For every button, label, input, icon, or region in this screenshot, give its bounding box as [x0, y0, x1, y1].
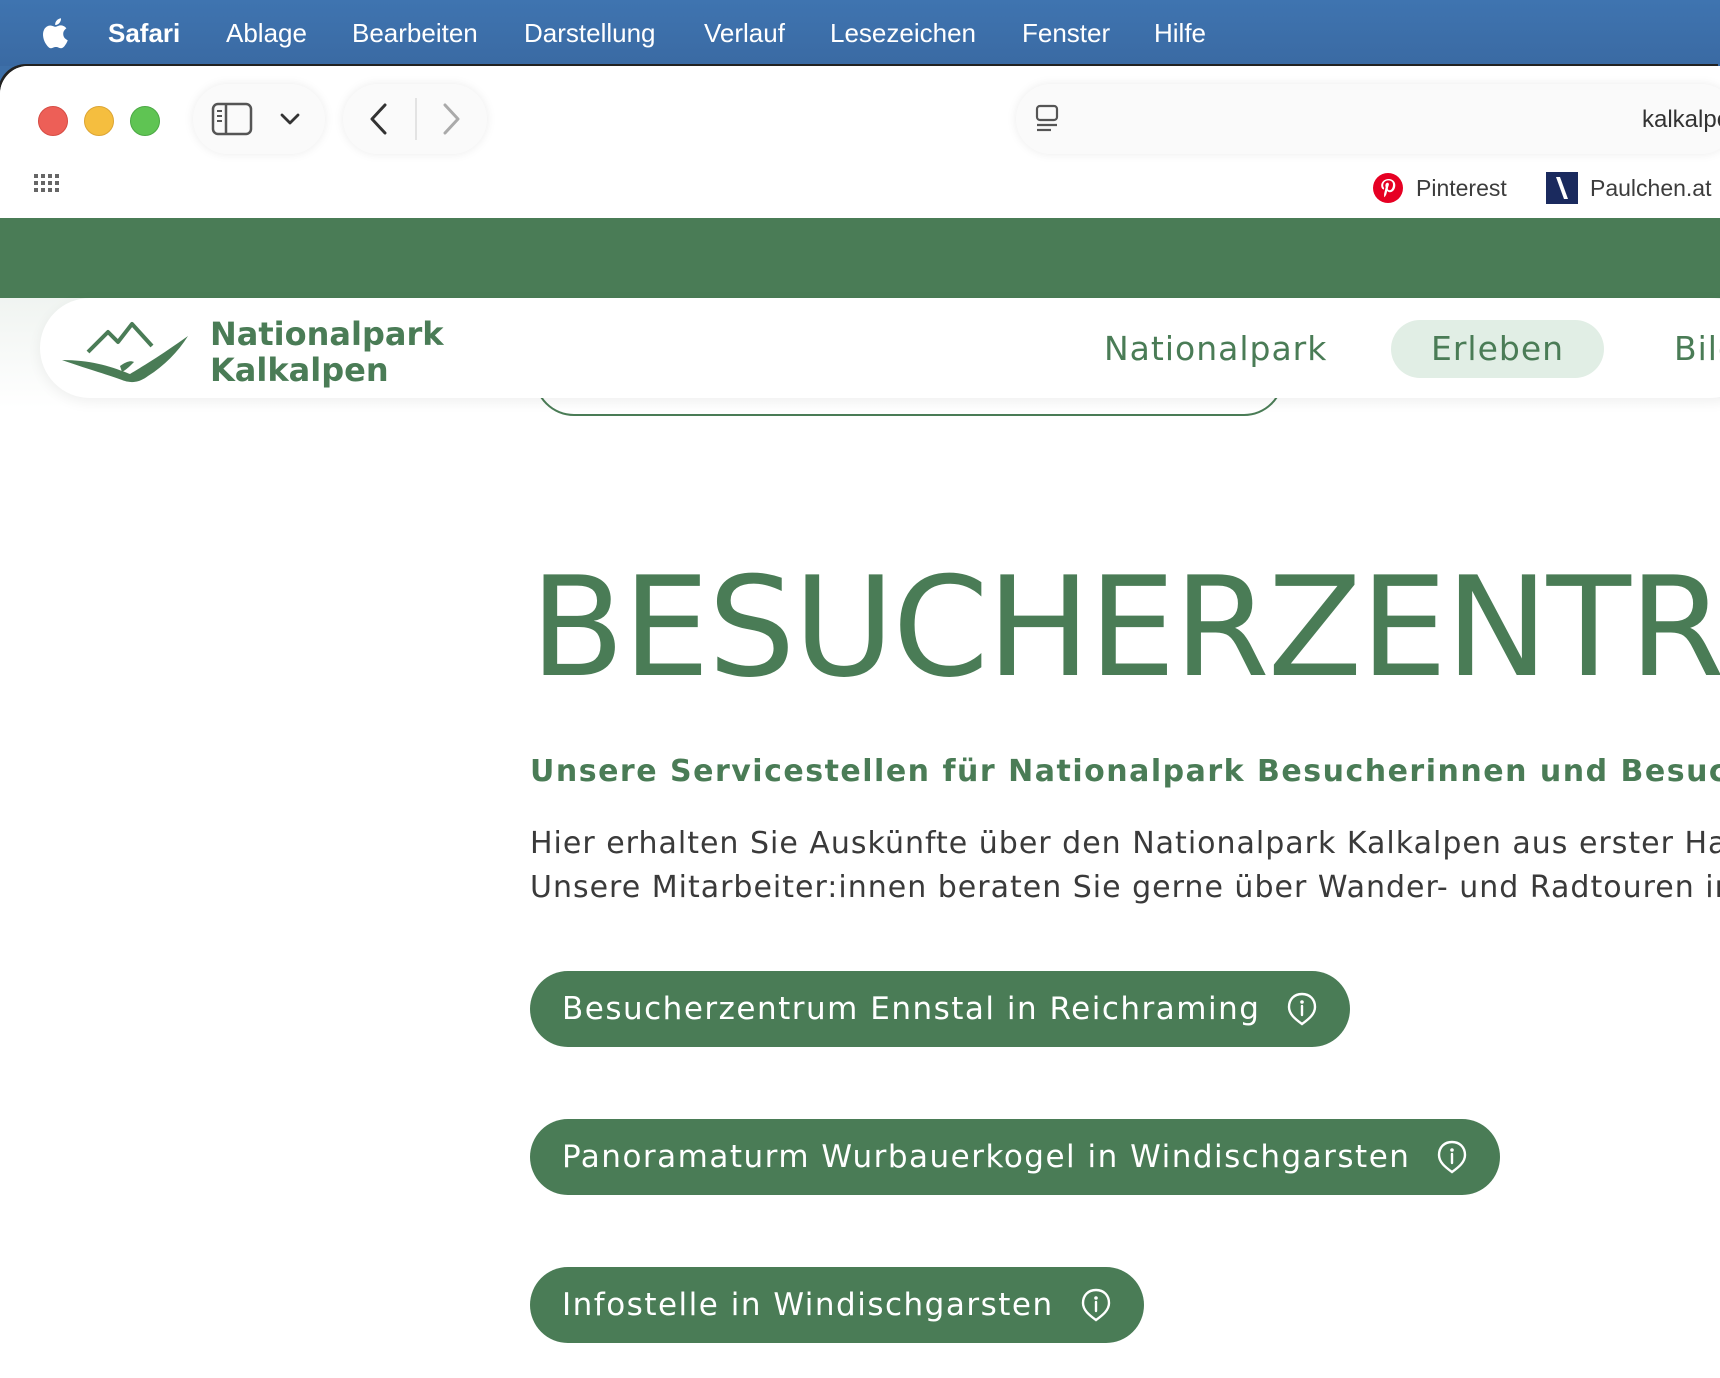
menu-darstellung[interactable]: Darstellung	[524, 17, 656, 49]
info-pin-icon	[1438, 1140, 1467, 1174]
button-infostelle-windischgarsten[interactable]: Infostelle in Windischgarsten	[530, 1267, 1144, 1343]
back-icon[interactable]	[367, 102, 391, 136]
info-pin-icon	[1081, 1288, 1110, 1322]
intro-line-2: Unsere Mitarbeiter:innen beraten Sie ger…	[530, 870, 1720, 905]
nav-nationalpark[interactable]: Nationalpark	[1104, 320, 1327, 378]
pinterest-icon	[1373, 173, 1403, 203]
bookmark-pinterest-label: Pinterest	[1416, 174, 1507, 201]
browser-toolbar: kalkalpen.at Pinterest Paulchen.at	[0, 66, 1720, 218]
nav-erleben[interactable]: Erleben	[1391, 320, 1605, 378]
chevron-down-icon[interactable]	[279, 112, 301, 126]
site-logo-text[interactable]: Nationalpark Kalkalpen	[210, 316, 444, 388]
menu-safari[interactable]: Safari	[108, 17, 180, 49]
menu-lesezeichen[interactable]: Lesezeichen	[830, 17, 976, 49]
menu-verlauf[interactable]: Verlauf	[704, 17, 785, 49]
logo-line-1: Nationalpark	[210, 315, 444, 353]
site-header: Nationalpark Kalkalpen Nationalpark Erle…	[40, 298, 1720, 398]
bookmark-paulchen[interactable]: Paulchen.at	[1546, 172, 1711, 204]
button-label: Panoramaturm Wurbauerkogel in Windischga…	[562, 1139, 1411, 1175]
close-window-button[interactable]	[38, 106, 68, 136]
tab-overview-icon[interactable]	[34, 174, 60, 194]
logo-line-2: Kalkalpen	[210, 351, 389, 389]
menu-ablage[interactable]: Ablage	[226, 17, 307, 49]
button-label: Infostelle in Windischgarsten	[562, 1287, 1054, 1323]
page-title: BESUCHERZENTREN	[530, 547, 1720, 708]
eagle-logo-icon[interactable]	[60, 316, 190, 384]
bookmark-pinterest[interactable]: Pinterest	[1372, 172, 1507, 204]
address-bar[interactable]: kalkalpen.at	[1016, 84, 1720, 154]
info-pin-icon	[1288, 992, 1317, 1026]
sidebar-icon[interactable]	[211, 102, 253, 136]
browser-window: kalkalpen.at Pinterest Paulchen.at	[0, 66, 1720, 1378]
menu-bearbeiten[interactable]: Bearbeiten	[352, 17, 478, 49]
reader-icon[interactable]	[1034, 104, 1062, 134]
nav-divider	[415, 98, 417, 140]
menu-fenster[interactable]: Fenster	[1022, 17, 1110, 49]
button-panoramaturm-wurbauerkogel[interactable]: Panoramaturm Wurbauerkogel in Windischga…	[530, 1119, 1501, 1195]
menu-bar: Safari Ablage Bearbeiten Darstellung Ver…	[0, 0, 1720, 66]
page-subtitle: Unsere Servicestellen für Nationalpark B…	[530, 754, 1720, 789]
paulchen-icon	[1546, 172, 1578, 204]
web-page: Nationalpark Kalkalpen Nationalpark Erle…	[0, 218, 1720, 1378]
button-besucherzentrum-ennstal[interactable]: Besucherzentrum Ennstal in Reichraming	[530, 971, 1351, 1047]
minimize-window-button[interactable]	[84, 106, 114, 136]
forward-icon[interactable]	[439, 102, 463, 136]
sidebar-toggle-group	[193, 84, 325, 154]
menu-hilfe[interactable]: Hilfe	[1154, 17, 1206, 49]
zoom-window-button[interactable]	[130, 106, 160, 136]
intro-paragraph: Hier erhalten Sie Auskünfte über den Nat…	[530, 822, 1720, 910]
url-text[interactable]: kalkalpen.at	[1642, 106, 1720, 134]
intro-line-1: Hier erhalten Sie Auskünfte über den Nat…	[530, 826, 1720, 861]
apple-logo-icon[interactable]	[40, 17, 68, 49]
bookmark-paulchen-label: Paulchen.at	[1590, 174, 1712, 201]
button-label: Besucherzentrum Ennstal in Reichraming	[562, 991, 1261, 1027]
nav-bildung[interactable]: Bildung	[1674, 320, 1720, 378]
